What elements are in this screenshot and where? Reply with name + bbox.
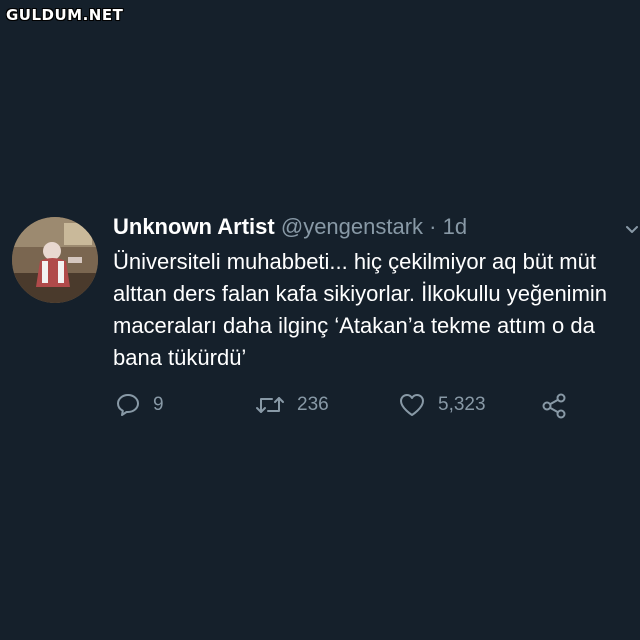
- share-button[interactable]: [540, 392, 568, 420]
- reply-count: 9: [153, 394, 164, 415]
- avatar-image: [12, 217, 98, 303]
- tweet-content: Unknown Artist @yengenstark · 1d Ünivers…: [113, 210, 623, 374]
- display-name[interactable]: Unknown Artist: [113, 214, 275, 239]
- tweet-text: Üniversiteli muhabbeti... hiç çekilmiyor…: [113, 249, 608, 370]
- tweet-timestamp[interactable]: 1d: [443, 214, 467, 239]
- reply-icon: [115, 392, 141, 418]
- user-handle[interactable]: @yengenstark: [281, 214, 423, 239]
- reply-button[interactable]: 9: [115, 392, 164, 418]
- separator-dot: ·: [429, 214, 437, 239]
- like-count: 5,323: [438, 394, 486, 415]
- like-button[interactable]: 5,323: [398, 392, 486, 418]
- avatar[interactable]: [12, 217, 98, 303]
- tweet-header: Unknown Artist @yengenstark · 1d: [113, 210, 623, 244]
- retweet-icon: [255, 392, 285, 418]
- chevron-down-icon[interactable]: [624, 222, 640, 236]
- heart-icon: [398, 392, 426, 418]
- share-icon: [540, 392, 568, 420]
- retweet-count: 236: [297, 394, 329, 415]
- tweet-actions: 9 236 5,323: [0, 392, 640, 422]
- retweet-button[interactable]: 236: [255, 392, 329, 418]
- site-watermark: GULDUM.NET: [6, 6, 124, 24]
